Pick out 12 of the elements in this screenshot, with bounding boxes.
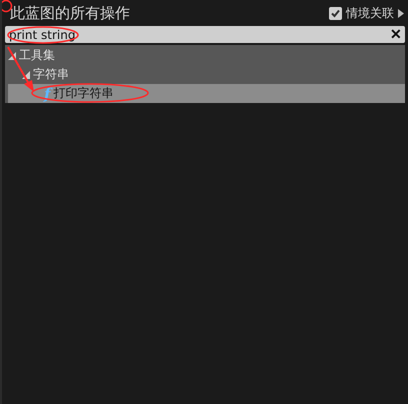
clear-button[interactable]: ✕ (387, 26, 405, 43)
tree-item[interactable]: 字符串 (5, 65, 405, 84)
checkbox[interactable] (329, 6, 342, 20)
search-field[interactable]: print string ✕ (5, 26, 405, 43)
panel-title: 此蓝图的所有操作 (10, 4, 130, 22)
collapse-arrow-icon[interactable] (22, 70, 30, 78)
expand-arrow-icon[interactable] (398, 8, 404, 18)
tree-item[interactable]: 工具集 (5, 46, 405, 65)
check-icon (330, 8, 341, 18)
collapse-arrow-icon[interactable] (8, 52, 16, 60)
highlight-ellipse (7, 26, 79, 44)
checkbox-label: 情境关联 (346, 4, 394, 22)
